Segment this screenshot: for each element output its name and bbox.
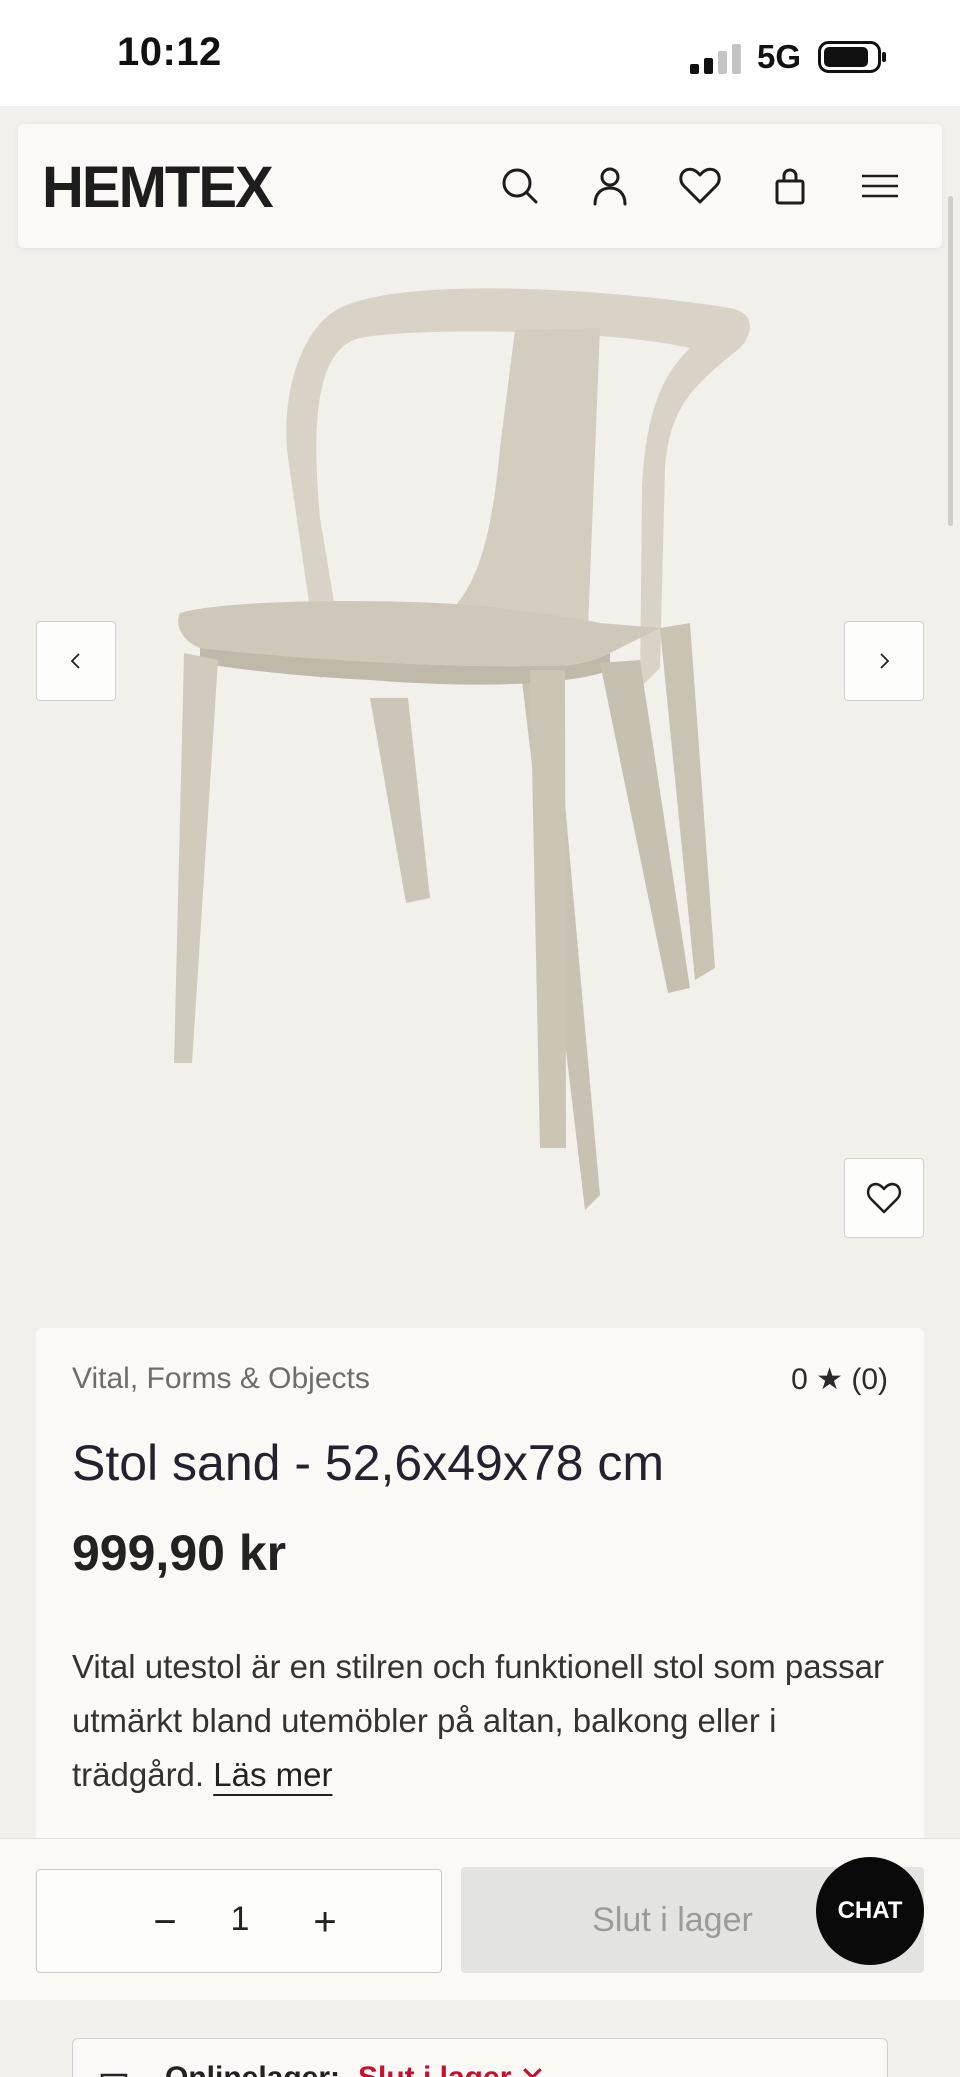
- chevron-right-icon: [880, 653, 890, 669]
- heart-icon: [866, 1182, 902, 1214]
- availability-section: Onlinelager: Slut i lager ✕: [0, 2000, 960, 2077]
- signal-icon: [690, 44, 741, 74]
- product-description-text: Vital utestol är en stilren och funktion…: [72, 1648, 884, 1793]
- purchase-bar: − 1 + Slut i lager CHAT: [0, 1838, 960, 2000]
- search-icon[interactable]: [496, 162, 544, 210]
- quantity-stepper: − 1 +: [36, 1869, 442, 1973]
- product-rating[interactable]: 0 ★ (0): [791, 1362, 888, 1397]
- product-price: 999,90 kr: [72, 1525, 287, 1581]
- page-scrollbar[interactable]: [948, 196, 953, 526]
- add-to-favorites-button[interactable]: [844, 1158, 924, 1238]
- product-gallery[interactable]: [0, 248, 960, 1328]
- quantity-decrease-button[interactable]: −: [135, 1892, 195, 1952]
- chat-button[interactable]: CHAT: [816, 1857, 924, 1965]
- menu-icon[interactable]: [856, 162, 904, 210]
- read-more-link[interactable]: Läs mer: [213, 1756, 332, 1793]
- product-image-chair: [174, 288, 750, 1210]
- quantity-value[interactable]: 1: [217, 1900, 263, 1939]
- site-header: HEMTEX: [18, 124, 942, 248]
- product-title: Stol sand - 52,6x49x78 cm: [72, 1435, 664, 1491]
- availability-status: Slut i lager: [358, 2061, 511, 2077]
- availability-box[interactable]: Onlinelager: Slut i lager ✕: [72, 2038, 888, 2077]
- product-brand[interactable]: Vital, Forms & Objects: [72, 1362, 370, 1396]
- quantity-increase-button[interactable]: +: [295, 1892, 355, 1952]
- x-icon: ✕: [519, 2059, 546, 2077]
- store-icon: [100, 2073, 128, 2077]
- availability-label: Onlinelager:: [165, 2061, 340, 2077]
- hemtex-logo[interactable]: HEMTEX: [42, 154, 274, 221]
- gallery-next-button[interactable]: [844, 621, 924, 701]
- chevron-left-icon: [70, 653, 80, 669]
- wishlist-heart-icon[interactable]: [676, 162, 724, 210]
- battery-icon: [818, 41, 886, 73]
- gallery-prev-button[interactable]: [36, 621, 116, 701]
- network-type: 5G: [757, 38, 802, 75]
- account-icon[interactable]: [586, 162, 634, 210]
- status-bar: 10:12 5G: [0, 0, 960, 106]
- product-description: Vital utestol är en stilren och funktion…: [72, 1640, 892, 1802]
- bag-icon[interactable]: [766, 162, 814, 210]
- status-time: 10:12: [117, 30, 222, 74]
